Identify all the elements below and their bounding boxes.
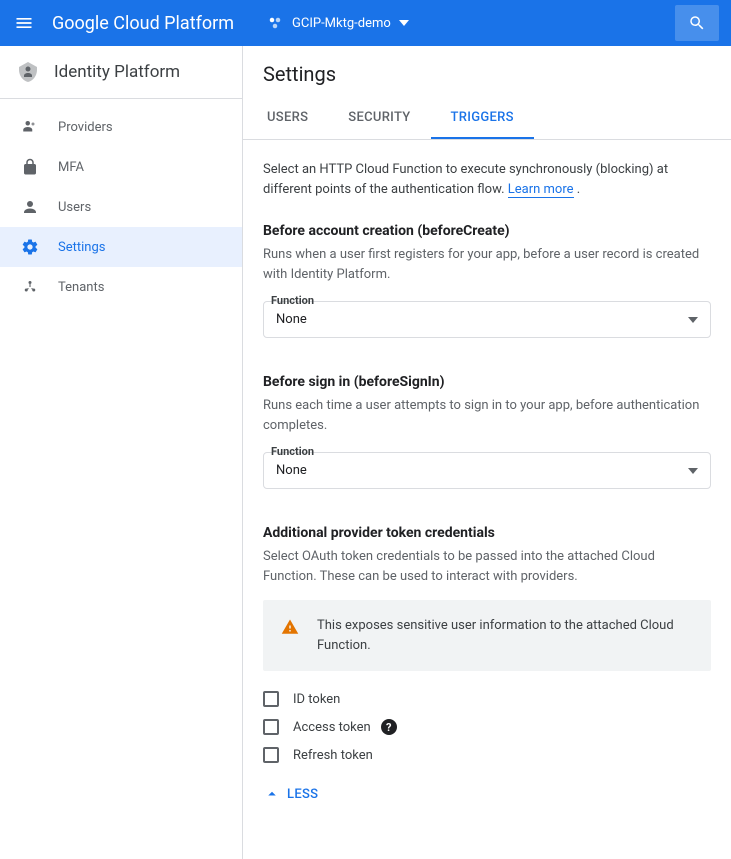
sidebar-item-label: Settings <box>58 240 105 255</box>
sidebar-item-mfa[interactable]: MFA <box>0 147 242 187</box>
checkbox-label: Access token <box>293 720 371 735</box>
sidebar-header: Identity Platform <box>0 46 242 99</box>
tenants-icon <box>21 278 39 296</box>
intro-text: Select an HTTP Cloud Function to execute… <box>263 160 711 199</box>
user-icon <box>21 198 39 216</box>
checkbox-row-id-token: ID token <box>263 685 711 713</box>
sidebar-item-label: Providers <box>58 120 113 135</box>
select-label: Function <box>271 294 711 307</box>
help-icon[interactable]: ? <box>381 719 397 735</box>
learn-more-link[interactable]: Learn more <box>508 182 574 198</box>
before-create-section: Before account creation (beforeCreate) R… <box>263 223 711 338</box>
less-toggle[interactable]: LESS <box>263 785 711 803</box>
identity-platform-icon <box>16 60 40 84</box>
main-content: Settings USERS SECURITY TRIGGERS Select … <box>243 46 731 859</box>
project-name: GCIP-Mktg-demo <box>292 16 391 31</box>
sidebar-item-settings[interactable]: Settings <box>0 227 242 267</box>
dropdown-arrow-icon <box>399 20 409 26</box>
checkbox-refresh-token[interactable] <box>263 747 279 763</box>
dropdown-arrow-icon <box>688 317 698 323</box>
section-desc: Select OAuth token credentials to be pas… <box>263 547 711 586</box>
project-icon <box>266 14 284 32</box>
sidebar-item-label: MFA <box>58 160 84 175</box>
checkbox-label: Refresh token <box>293 748 373 763</box>
search-icon <box>688 14 706 32</box>
section-desc: Runs when a user first registers for you… <box>263 245 711 284</box>
section-title: Additional provider token credentials <box>263 525 711 541</box>
sidebar-title: Identity Platform <box>54 62 180 82</box>
sidebar-item-users[interactable]: Users <box>0 187 242 227</box>
providers-icon <box>21 118 39 136</box>
tab-triggers[interactable]: TRIGGERS <box>431 98 534 139</box>
before-signin-section: Before sign in (beforeSignIn) Runs each … <box>263 374 711 489</box>
select-value: None <box>276 312 307 327</box>
chevron-up-icon <box>263 785 281 803</box>
dropdown-arrow-icon <box>688 468 698 474</box>
topbar: Google Cloud Platform GCIP-Mktg-demo <box>0 0 731 46</box>
select-value: None <box>276 463 307 478</box>
sidebar-item-providers[interactable]: Providers <box>0 107 242 147</box>
checkbox-id-token[interactable] <box>263 691 279 707</box>
section-title: Before account creation (beforeCreate) <box>263 223 711 239</box>
checkbox-row-refresh-token: Refresh token <box>263 741 711 769</box>
section-title: Before sign in (beforeSignIn) <box>263 374 711 390</box>
sidebar-item-label: Users <box>58 200 91 215</box>
menu-button[interactable] <box>12 11 36 35</box>
select-label: Function <box>271 445 711 458</box>
search-button[interactable] <box>675 5 719 41</box>
hamburger-icon <box>14 13 34 33</box>
project-selector[interactable]: GCIP-Mktg-demo <box>258 10 417 36</box>
checkbox-label: ID token <box>293 692 340 707</box>
warning-icon <box>281 618 299 636</box>
checkbox-access-token[interactable] <box>263 719 279 735</box>
checkbox-row-access-token: Access token ? <box>263 713 711 741</box>
page-title: Settings <box>243 46 731 98</box>
lock-icon <box>21 158 39 176</box>
warning-box: This exposes sensitive user information … <box>263 600 711 671</box>
warning-text: This exposes sensitive user information … <box>317 616 693 655</box>
sidebar-item-label: Tenants <box>58 280 104 295</box>
gear-icon <box>21 238 39 256</box>
tabs: USERS SECURITY TRIGGERS <box>243 98 731 140</box>
tab-users[interactable]: USERS <box>247 98 328 139</box>
tab-security[interactable]: SECURITY <box>328 98 430 139</box>
section-desc: Runs each time a user attempts to sign i… <box>263 396 711 435</box>
sidebar-item-tenants[interactable]: Tenants <box>0 267 242 307</box>
sidebar: Identity Platform Providers MFA Users Se… <box>0 46 243 859</box>
platform-logo: Google Cloud Platform <box>52 13 234 34</box>
token-credentials-section: Additional provider token credentials Se… <box>263 525 711 803</box>
